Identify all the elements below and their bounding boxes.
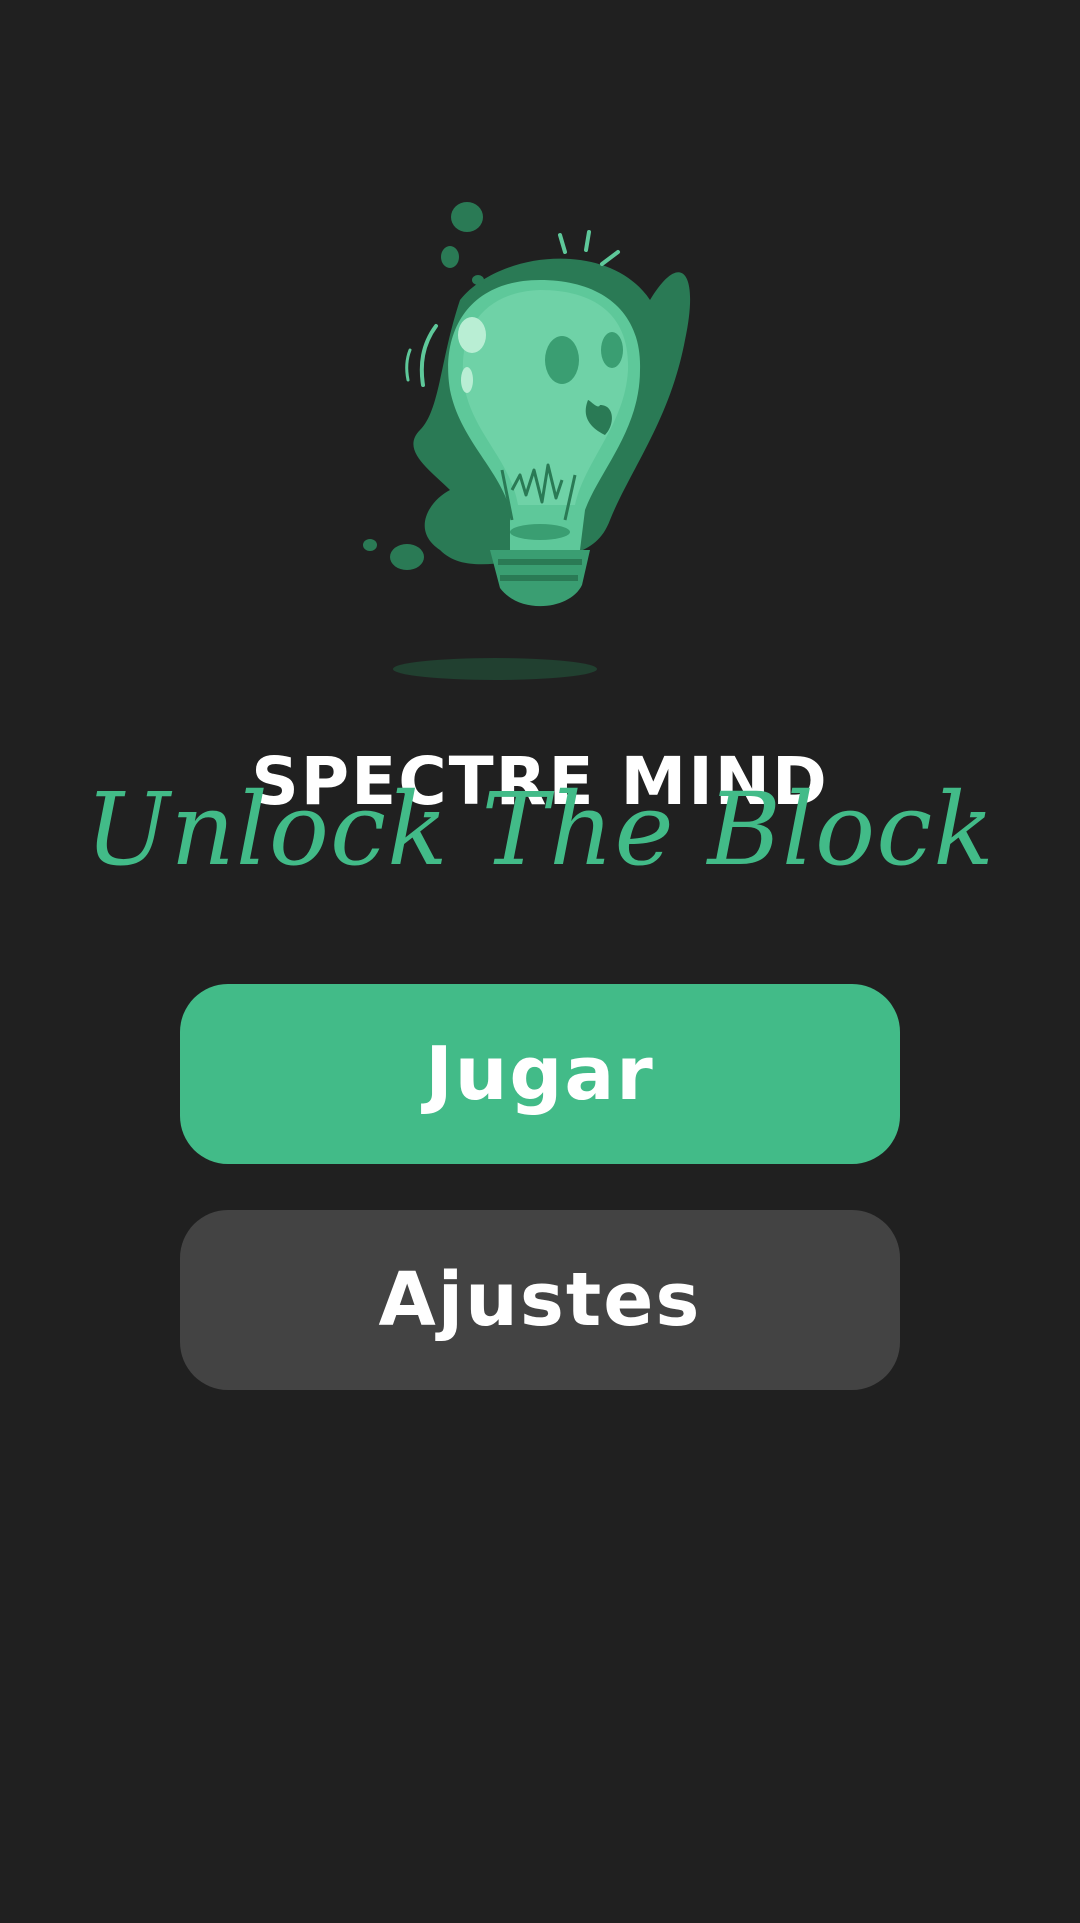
settings-button[interactable]: Ajustes xyxy=(180,1210,900,1390)
play-button[interactable]: Jugar xyxy=(180,984,900,1164)
settings-button-label: Ajustes xyxy=(378,1257,702,1343)
play-button-label: Jugar xyxy=(425,1031,655,1117)
lightbulb-logo-icon xyxy=(350,190,710,690)
app-tagline: Unlock The Block xyxy=(85,771,995,888)
